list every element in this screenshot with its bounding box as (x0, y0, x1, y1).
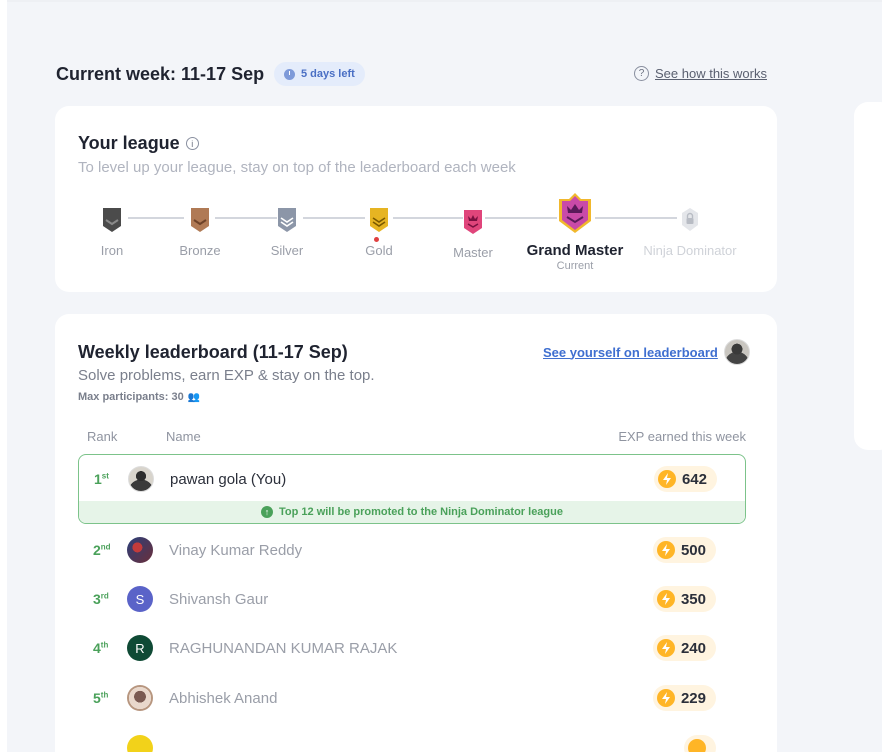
current-week-title: Current week: 11-17 Sep (56, 64, 265, 84)
table-row[interactable]: 4th R RAGHUNANDAN KUMAR RAJAK 240 (78, 624, 746, 672)
avatar: S (127, 586, 153, 612)
tier-label: Ninja Dominator (643, 243, 737, 258)
avatar (127, 685, 153, 711)
lightning-icon (656, 541, 675, 559)
how-it-works-label: See how this works (655, 66, 767, 81)
master-badge-icon (464, 210, 482, 234)
current-user-row[interactable]: 1st pawan gola (You) 642 ↑ Top 12 will b… (78, 454, 746, 524)
grand-master-badge-icon (559, 193, 591, 233)
exp-badge: 240 (652, 635, 716, 661)
avatar (127, 735, 153, 752)
avatar (127, 537, 153, 563)
see-yourself-link[interactable]: See yourself on leaderboard (543, 339, 750, 365)
exp-value: 240 (680, 639, 706, 657)
avatar (723, 339, 750, 365)
lock-icon (682, 208, 698, 231)
column-rank: Rank (87, 429, 118, 444)
days-left-badge: 5 days left (274, 62, 365, 86)
table-row[interactable] (78, 724, 746, 752)
current-tier-tag: Current (556, 260, 594, 272)
help-icon: ? (634, 66, 649, 81)
silver-badge-icon (278, 208, 296, 232)
lightning-icon (656, 590, 675, 608)
see-yourself-label: See yourself on leaderboard (543, 344, 718, 360)
exp-badge: 500 (652, 537, 716, 563)
tier-ninja-dominator: Ninja Dominator (630, 206, 750, 258)
gold-badge-icon (370, 208, 388, 232)
table-row[interactable]: 2nd Vinay Kumar Reddy 500 (78, 526, 746, 574)
bronze-badge-icon (191, 208, 209, 232)
avatar: R (127, 635, 153, 661)
exp-badge (684, 735, 716, 752)
info-icon[interactable]: i (185, 137, 199, 150)
table-row[interactable]: 5th Abhishek Anand 229 (78, 674, 746, 722)
league-subtitle: To level up your league, stay on top of … (78, 159, 516, 176)
how-it-works-link[interactable]: ? See how this works (634, 66, 767, 81)
table-row[interactable]: 3rd S Shivansh Gaur 350 (78, 575, 746, 623)
table-row: 1st pawan gola (You) 642 (79, 455, 745, 503)
avatar (128, 466, 154, 492)
lightning-icon (688, 739, 706, 752)
leaderboard-card: Weekly leaderboard (11-17 Sep) Solve pro… (55, 314, 777, 752)
leaderboard-title: Weekly leaderboard (11-17 Sep) (78, 342, 348, 362)
exp-value: 642 (681, 470, 707, 488)
tier-label: Grand Master (526, 242, 624, 259)
column-exp: EXP earned this week (618, 429, 746, 444)
league-heading: Your league i (78, 133, 199, 154)
max-participants-label: Max participants: 30 (78, 391, 184, 403)
side-panel-card (854, 102, 882, 450)
rank-cell: 4th (93, 640, 109, 656)
promotion-banner: ↑ Top 12 will be promoted to the Ninja D… (79, 501, 745, 523)
exp-badge: 642 (653, 466, 717, 492)
top-divider (7, 0, 882, 2)
tier-grand-master: Grand Master Current (515, 191, 635, 272)
league-card: Your league i To level up your league, s… (55, 106, 777, 292)
exp-badge: 350 (652, 586, 716, 612)
notification-dot (374, 237, 379, 242)
exp-value: 350 (680, 590, 706, 608)
max-participants: Max participants: 30 👥 (78, 391, 200, 403)
rank-cell: 2nd (93, 542, 111, 558)
rank-cell: 5th (93, 690, 109, 706)
rank-cell: 3rd (93, 591, 109, 607)
exp-value: 500 (680, 541, 706, 559)
rank-cell: 1st (94, 471, 109, 487)
exp-badge: 229 (652, 685, 716, 711)
arrow-up-icon: ↑ (261, 506, 273, 518)
days-left-label: 5 days left (301, 68, 355, 80)
clock-icon (284, 68, 295, 80)
iron-badge-icon (103, 208, 121, 232)
lightning-icon (656, 639, 675, 657)
exp-value: 229 (680, 689, 706, 707)
lightning-icon (657, 470, 676, 488)
promotion-note: Top 12 will be promoted to the Ninja Dom… (279, 506, 563, 518)
column-name: Name (166, 429, 201, 444)
leaderboard-subtitle: Solve problems, earn EXP & stay on the t… (78, 367, 375, 384)
people-icon: 👥 (187, 391, 201, 403)
lightning-icon (656, 689, 675, 707)
league-title: Your league (78, 133, 180, 153)
